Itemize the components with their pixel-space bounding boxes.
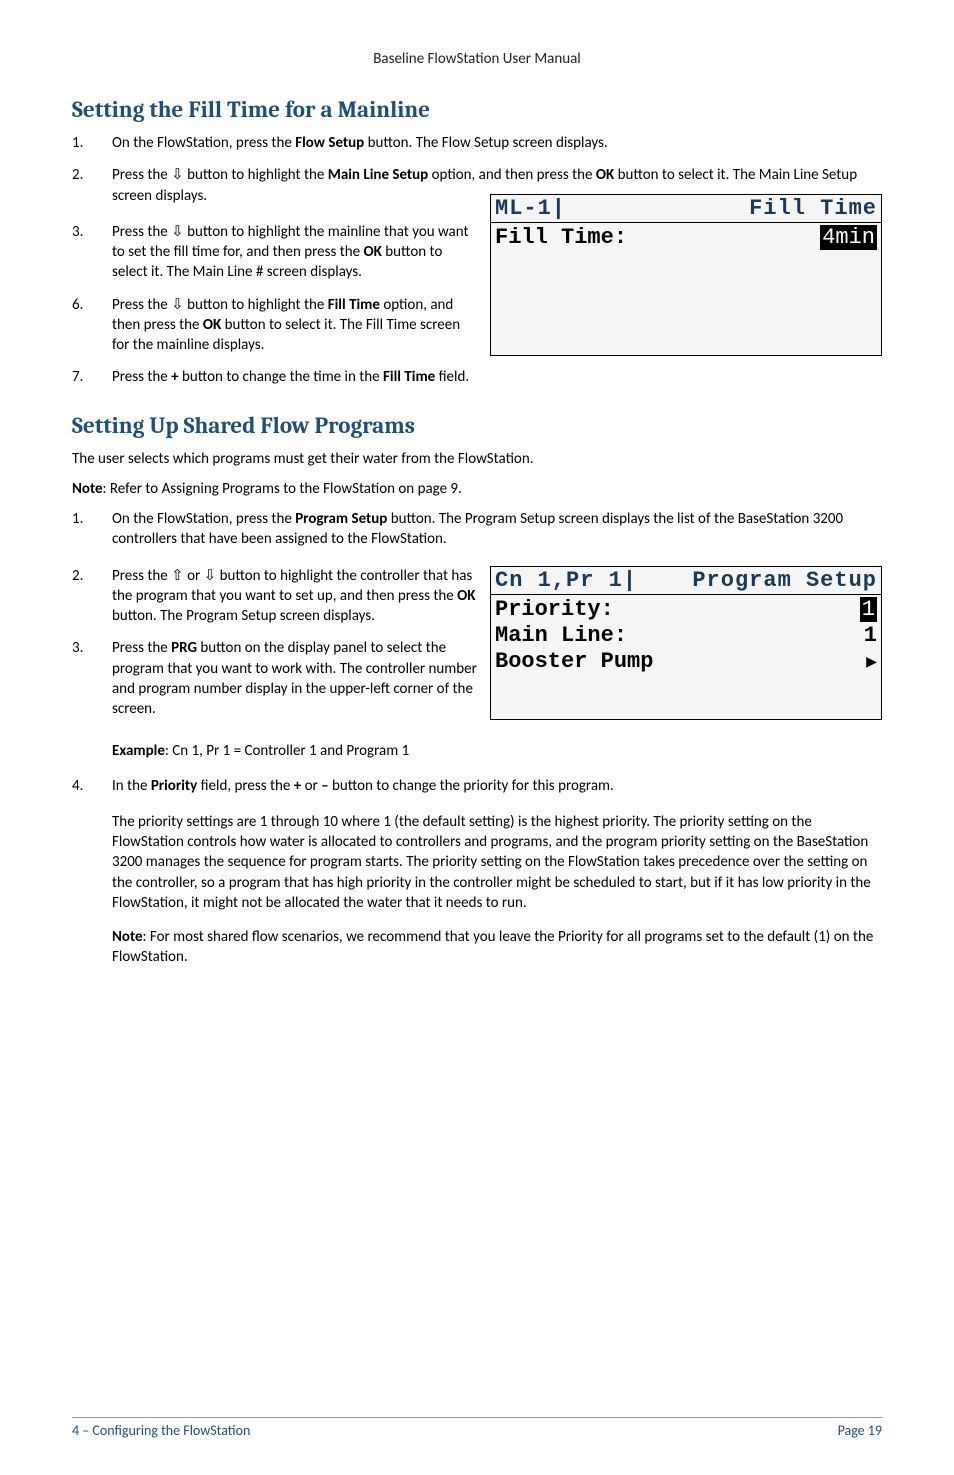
lcd-program-setup-screen: Cn 1,Pr 1| Program Setup Priority: 1 Mai… — [490, 566, 882, 720]
step-number: 6. — [72, 295, 112, 356]
step-body: Press the ⇩ button to highlight the Fill… — [112, 295, 480, 356]
step-number: 3. — [72, 638, 112, 719]
footer-left: 4 – Configuring the FlowStation — [72, 1422, 250, 1439]
lcd-field-label: Booster Pump — [495, 649, 653, 674]
step-item: 6. Press the ⇩ button to highlight the F… — [72, 295, 480, 356]
step-item: 7. Press the + button to change the time… — [72, 367, 480, 387]
step-number: 2. — [72, 566, 112, 627]
lcd-field-label: Priority: — [495, 597, 614, 622]
down-arrow-icon: ⇩ — [171, 166, 184, 183]
lcd-field-value: 1 — [864, 623, 877, 648]
example-line: Example: Cn 1, Pr 1 = Controller 1 and P… — [112, 741, 882, 761]
down-arrow-icon: ⇩ — [171, 223, 184, 240]
step-item: 3. Press the PRG button on the display p… — [72, 638, 480, 719]
priority-paragraph: The priority settings are 1 through 10 w… — [112, 812, 882, 913]
lcd-field-value: 1 — [860, 597, 877, 622]
note-paragraph: Note: For most shared flow scenarios, we… — [112, 927, 882, 968]
step-item: 4. In the Priority field, press the + or… — [72, 776, 882, 796]
step-body: On the FlowStation, press the Flow Setup… — [112, 133, 882, 153]
step-number: 1. — [72, 133, 112, 153]
step-number: 4. — [72, 776, 112, 796]
lcd-title-right: Program Setup — [692, 568, 877, 593]
right-triangle-icon: ▶ — [866, 651, 877, 673]
step-number: 3. — [72, 222, 112, 283]
step-number: 7. — [72, 367, 112, 387]
section-title-fill-time: Setting the Fill Time for a Mainline — [72, 96, 882, 123]
step-item: 1. On the FlowStation, press the Flow Se… — [72, 133, 882, 153]
step-item: 1. On the FlowStation, press the Program… — [72, 509, 882, 550]
step-body: Press the ⇩ button to highlight the main… — [112, 222, 480, 283]
step-item: 3. Press the ⇩ button to highlight the m… — [72, 222, 480, 283]
step-number: 1. — [72, 509, 112, 550]
lcd-field-value: 4min — [820, 225, 877, 250]
step-body: Press the PRG button on the display pane… — [112, 638, 480, 719]
lcd-title-right: Fill Time — [749, 196, 877, 221]
note-paragraph: Note: Refer to Assigning Programs to the… — [72, 479, 882, 499]
step-item: 2. Press the ⇧ or ⇩ button to highlight … — [72, 566, 480, 627]
page-footer: 4 – Configuring the FlowStation Page 19 — [72, 1417, 882, 1439]
lcd-fill-time-screen: ML-1| Fill Time Fill Time: 4min — [490, 194, 882, 356]
page-header: Baseline FlowStation User Manual — [72, 50, 882, 68]
step-body: Press the ⇧ or ⇩ button to highlight the… — [112, 566, 480, 627]
footer-right: Page 19 — [838, 1422, 882, 1439]
step-body: Press the + button to change the time in… — [112, 367, 480, 387]
down-arrow-icon: ⇩ — [171, 296, 184, 313]
step-body: On the FlowStation, press the Program Se… — [112, 509, 882, 550]
down-arrow-icon: ⇩ — [204, 567, 217, 584]
lcd-title-left: Cn 1,Pr 1| — [495, 568, 637, 593]
section-title-shared-flow: Setting Up Shared Flow Programs — [72, 412, 882, 439]
step-body: In the Priority field, press the + or – … — [112, 776, 882, 796]
up-arrow-icon: ⇧ — [171, 567, 184, 584]
lcd-field-label: Main Line: — [495, 623, 627, 648]
step-number: 2. — [72, 165, 112, 206]
lcd-field-label: Fill Time: — [495, 225, 627, 250]
lcd-title-left: ML-1| — [495, 196, 566, 221]
intro-paragraph: The user selects which programs must get… — [72, 449, 882, 469]
